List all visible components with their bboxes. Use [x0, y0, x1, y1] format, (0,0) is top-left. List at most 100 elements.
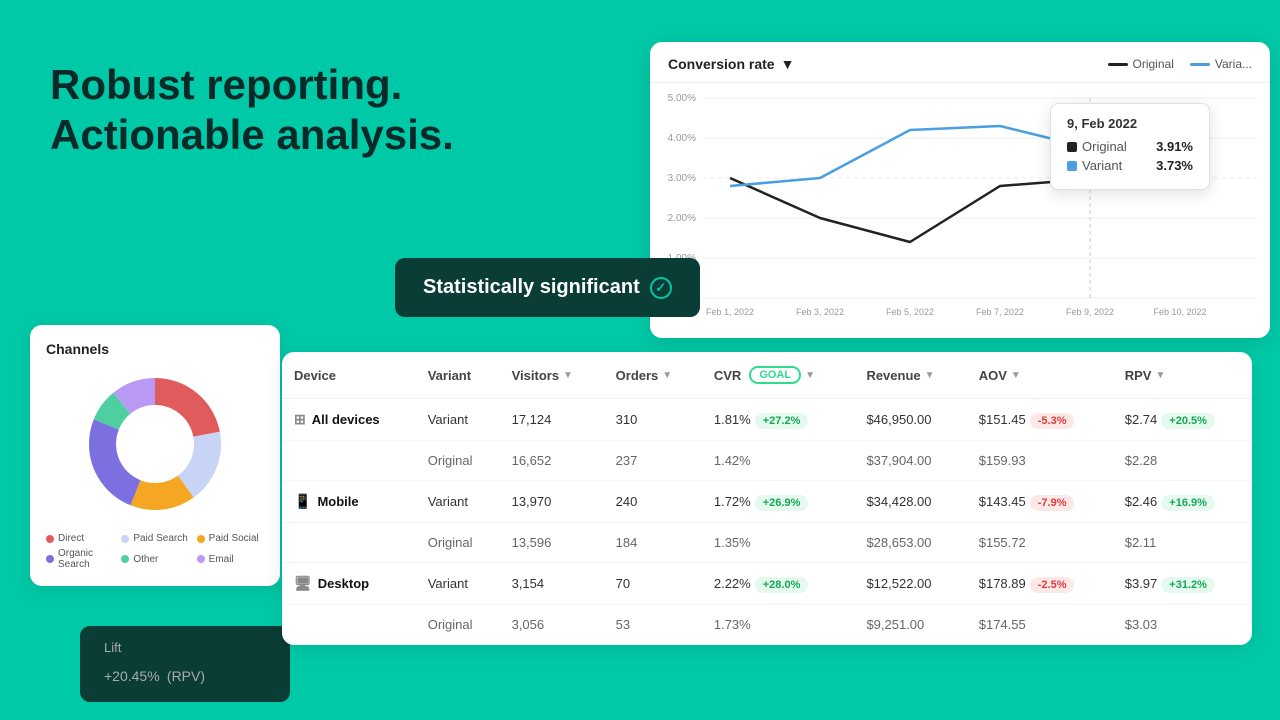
- th-aov[interactable]: AOV ▼: [967, 352, 1113, 399]
- chart-body: 5.00% 4.00% 3.00% 2.00% 1.00% 0.00% Feb …: [650, 83, 1270, 338]
- td-aov: $151.45-5.3%: [967, 399, 1113, 441]
- cvr-badge: +26.9%: [755, 495, 809, 511]
- chart-legend: Original Varia...: [1108, 57, 1252, 71]
- hero-title: Robust reporting. Actionable analysis.: [50, 60, 530, 161]
- legend-organic-search: Organic Search: [46, 548, 113, 570]
- stat-sig-icon: ✓: [650, 277, 672, 299]
- td-visitors: 13,596: [500, 523, 604, 563]
- td-device: 🖥 Desktop: [282, 563, 416, 605]
- td-visitors: 3,154: [500, 563, 604, 605]
- lift-value: +20.45% (RPV): [104, 657, 266, 688]
- legend-paid-search: Paid Search: [121, 533, 188, 544]
- th-revenue[interactable]: Revenue ▼: [854, 352, 966, 399]
- lift-label: Lift: [104, 640, 266, 655]
- td-aov: $155.72: [967, 523, 1113, 563]
- td-rpv: $2.46+16.9%: [1113, 481, 1252, 523]
- table-row: 🖥 Desktop Variant 3,154 70 2.22%+28.0% $…: [282, 563, 1252, 605]
- table-row: ⊞ All devices Variant 17,124 310 1.81%+2…: [282, 399, 1252, 441]
- td-visitors: 16,652: [500, 441, 604, 481]
- svg-text:3.00%: 3.00%: [668, 173, 696, 184]
- td-device: 📱 Mobile: [282, 481, 416, 523]
- td-cvr: 1.35%: [702, 523, 855, 563]
- td-revenue: $34,428.00: [854, 481, 966, 523]
- th-orders[interactable]: Orders ▼: [604, 352, 702, 399]
- td-rpv: $2.11: [1113, 523, 1252, 563]
- svg-text:Feb 10, 2022: Feb 10, 2022: [1153, 307, 1206, 317]
- svg-text:2.00%: 2.00%: [668, 213, 696, 224]
- td-revenue: $12,522.00: [854, 563, 966, 605]
- device-icon: 🖥: [294, 575, 312, 592]
- chart-title-dropdown[interactable]: Conversion rate ▼: [668, 56, 794, 72]
- device-icon: 📱: [294, 493, 311, 510]
- tooltip-original-dot: [1067, 142, 1077, 152]
- table-card: Device Variant Visitors ▼ Orders ▼ CVR G…: [282, 352, 1252, 645]
- svg-text:Feb 5, 2022: Feb 5, 2022: [886, 307, 934, 317]
- td-aov: $174.55: [967, 605, 1113, 645]
- table-row: Original 16,652 237 1.42% $37,904.00 $15…: [282, 441, 1252, 481]
- td-orders: 240: [604, 481, 702, 523]
- svg-text:Feb 3, 2022: Feb 3, 2022: [796, 307, 844, 317]
- td-cvr: 1.42%: [702, 441, 855, 481]
- td-device: [282, 605, 416, 645]
- svg-text:4.00%: 4.00%: [668, 133, 696, 144]
- td-visitors: 17,124: [500, 399, 604, 441]
- td-orders: 53: [604, 605, 702, 645]
- td-orders: 184: [604, 523, 702, 563]
- tooltip-row-variant: Variant 3.73%: [1067, 158, 1193, 173]
- rpv-badge: +31.2%: [1161, 577, 1215, 593]
- table-row: Original 13,596 184 1.35% $28,653.00 $15…: [282, 523, 1252, 563]
- td-aov: $178.89-2.5%: [967, 563, 1113, 605]
- td-cvr: 2.22%+28.0%: [702, 563, 855, 605]
- device-icon: ⊞: [294, 411, 306, 428]
- th-variant: Variant: [416, 352, 500, 399]
- chart-title: Conversion rate: [668, 56, 775, 72]
- td-rpv: $2.28: [1113, 441, 1252, 481]
- td-revenue: $28,653.00: [854, 523, 966, 563]
- td-variant: Original: [416, 523, 500, 563]
- td-cvr: 1.81%+27.2%: [702, 399, 855, 441]
- th-cvr[interactable]: CVR GOAL ▼: [702, 352, 855, 399]
- td-device: [282, 441, 416, 481]
- td-orders: 310: [604, 399, 702, 441]
- svg-text:Feb 7, 2022: Feb 7, 2022: [976, 307, 1024, 317]
- hero-section: Robust reporting. Actionable analysis.: [50, 60, 530, 161]
- cvr-badge: +28.0%: [755, 577, 809, 593]
- td-rpv: $3.03: [1113, 605, 1252, 645]
- th-visitors[interactable]: Visitors ▼: [500, 352, 604, 399]
- legend-other: Other: [121, 548, 188, 570]
- td-visitors: 3,056: [500, 605, 604, 645]
- td-orders: 237: [604, 441, 702, 481]
- channels-title: Channels: [46, 341, 264, 357]
- th-rpv[interactable]: RPV ▼: [1113, 352, 1252, 399]
- svg-text:Feb 1, 2022: Feb 1, 2022: [706, 307, 754, 317]
- rpv-badge: +16.9%: [1161, 495, 1215, 511]
- td-revenue: $46,950.00: [854, 399, 966, 441]
- aov-badge: -2.5%: [1030, 577, 1075, 593]
- cvr-badge: +27.2%: [755, 413, 809, 429]
- table-body: ⊞ All devices Variant 17,124 310 1.81%+2…: [282, 399, 1252, 645]
- td-cvr: 1.73%: [702, 605, 855, 645]
- legend-paid-social: Paid Social: [197, 533, 264, 544]
- td-aov: $143.45-7.9%: [967, 481, 1113, 523]
- td-visitors: 13,970: [500, 481, 604, 523]
- tooltip-date: 9, Feb 2022: [1067, 116, 1193, 131]
- table-header: Device Variant Visitors ▼ Orders ▼ CVR G…: [282, 352, 1252, 399]
- td-revenue: $37,904.00: [854, 441, 966, 481]
- td-rpv: $3.97+31.2%: [1113, 563, 1252, 605]
- channels-card: Channels Direct Paid Search Paid Social: [30, 325, 280, 586]
- legend-direct: Direct: [46, 533, 113, 544]
- donut-chart: [46, 369, 264, 519]
- chart-tooltip: 9, Feb 2022 Original 3.91% Variant 3.73%: [1050, 103, 1210, 190]
- rpv-badge: +20.5%: [1161, 413, 1215, 429]
- chart-header: Conversion rate ▼ Original Varia...: [650, 42, 1270, 83]
- chart-dropdown-arrow: ▼: [781, 56, 795, 72]
- svg-text:Feb 9, 2022: Feb 9, 2022: [1066, 307, 1114, 317]
- tooltip-row-original: Original 3.91%: [1067, 139, 1193, 154]
- aov-badge: -7.9%: [1030, 495, 1075, 511]
- data-table: Device Variant Visitors ▼ Orders ▼ CVR G…: [282, 352, 1252, 645]
- table-row: 📱 Mobile Variant 13,970 240 1.72%+26.9% …: [282, 481, 1252, 523]
- stat-sig-badge: Statistically significant ✓: [395, 258, 700, 317]
- legend-email: Email: [197, 548, 264, 570]
- stat-sig-label: Statistically significant: [423, 276, 640, 299]
- td-variant: Variant: [416, 399, 500, 441]
